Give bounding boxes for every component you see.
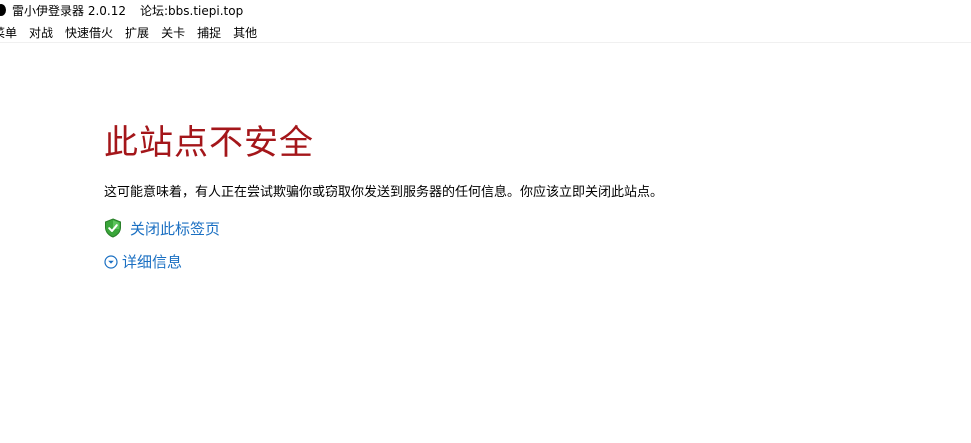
title-bar: 雷小伊登录器 2.0.12 论坛:bbs.tiepi.top bbox=[0, 0, 971, 20]
menu-item-quick-fire[interactable]: 快速借火 bbox=[59, 24, 119, 41]
details-row[interactable]: 详细信息 bbox=[104, 250, 944, 272]
window-title-forum: 论坛:bbs.tiepi.top bbox=[139, 3, 244, 18]
close-tab-link[interactable]: 关闭此标签页 bbox=[130, 218, 220, 239]
close-tab-row[interactable]: 关闭此标签页 bbox=[104, 216, 944, 240]
menu-item-capture[interactable]: 捕捉 bbox=[191, 24, 227, 41]
details-link[interactable]: 详细信息 bbox=[122, 251, 182, 272]
menu-item-extensions[interactable]: 扩展 bbox=[119, 24, 155, 41]
browser-window: 雷小伊登录器 2.0.12 论坛:bbs.tiepi.top 菜单 对战 快速借… bbox=[0, 0, 971, 443]
menu-item-levels[interactable]: 关卡 bbox=[155, 24, 191, 41]
chevron-down-circle-icon[interactable] bbox=[104, 254, 118, 269]
shield-check-icon bbox=[104, 218, 122, 238]
warning-content: 此站点不安全 这可能意味着，有人正在尝试欺骗你或窃取你发送到服务器的任何信息。你… bbox=[104, 120, 944, 272]
page-title: 此站点不安全 bbox=[104, 123, 314, 163]
window-title-app: 雷小伊登录器 2.0.12 bbox=[12, 3, 126, 18]
app-icon bbox=[0, 4, 6, 16]
menu-bar: 菜单 对战 快速借火 扩展 关卡 捕捉 其他 bbox=[0, 22, 971, 43]
menu-item-battle[interactable]: 对战 bbox=[23, 24, 59, 41]
menu-item-other[interactable]: 其他 bbox=[227, 24, 263, 41]
warning-description: 这可能意味着，有人正在尝试欺骗你或窃取你发送到服务器的任何信息。你应该立即关闭此… bbox=[104, 185, 664, 200]
menu-item-menu[interactable]: 菜单 bbox=[0, 24, 23, 41]
